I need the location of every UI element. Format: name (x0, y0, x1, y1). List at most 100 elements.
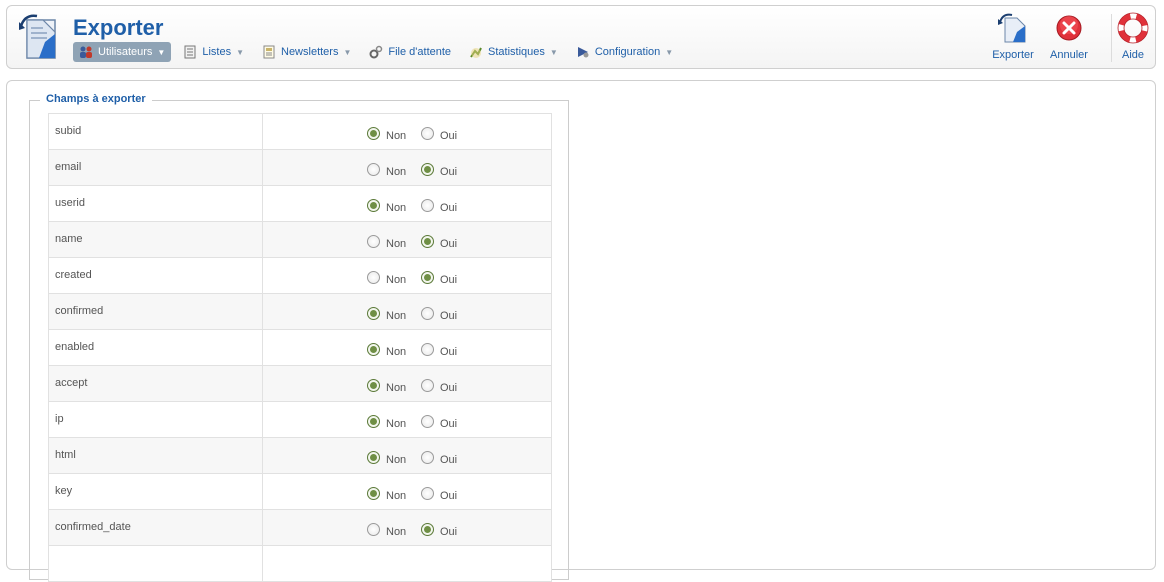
option-non[interactable]: Non (367, 412, 406, 430)
option-non[interactable]: Non (367, 484, 406, 502)
page-title: Exporter (73, 15, 164, 40)
option-label: Non (386, 130, 407, 142)
option-non[interactable]: Non (367, 304, 406, 322)
radio-oui[interactable] (421, 234, 434, 248)
table-row: html Non Oui (48, 438, 552, 474)
option-oui[interactable]: Oui (421, 196, 457, 214)
option-label: Oui (440, 202, 458, 214)
field-name: name (49, 222, 263, 257)
menu-item-newsletters[interactable]: Newsletters ▼ (256, 42, 357, 62)
radio-non[interactable] (367, 270, 380, 284)
option-non[interactable]: Non (367, 448, 406, 466)
table-row: userid Non Oui (48, 186, 552, 222)
option-label: Non (386, 382, 407, 394)
radio-non[interactable] (367, 378, 380, 392)
field-options: Non Oui (263, 510, 551, 545)
radio-oui[interactable] (421, 342, 434, 356)
menu-item-label: Newsletters (281, 46, 339, 58)
radio-oui[interactable] (421, 198, 434, 212)
radio-oui[interactable] (421, 486, 434, 500)
option-label: Non (386, 166, 407, 178)
option-label: Non (386, 490, 407, 502)
cancel-button[interactable]: Annuler (1045, 12, 1093, 66)
option-oui[interactable]: Oui (421, 160, 457, 178)
field-options: Non Oui (263, 114, 551, 149)
field-name: subid (49, 114, 263, 149)
table-row: created Non Oui (48, 258, 552, 294)
option-label: Oui (440, 418, 458, 430)
radio-oui[interactable] (421, 306, 434, 320)
radio-oui[interactable] (421, 378, 434, 392)
option-label: Oui (440, 166, 458, 178)
radio-oui[interactable] (421, 270, 434, 284)
option-label: Non (386, 346, 407, 358)
chevron-down-icon: ▼ (236, 47, 244, 57)
option-non[interactable]: Non (367, 124, 406, 142)
option-non[interactable]: Non (367, 196, 406, 214)
radio-oui[interactable] (421, 414, 434, 428)
table-row: confirmed Non Oui (48, 294, 552, 330)
radio-oui[interactable] (421, 126, 434, 140)
radio-non[interactable] (367, 126, 380, 140)
menu-item-label: Utilisateurs (98, 46, 153, 58)
option-non[interactable]: Non (367, 376, 406, 394)
field-options: Non Oui (263, 258, 551, 293)
field-options: Non Oui (263, 474, 551, 509)
table-row: key Non Oui (48, 474, 552, 510)
cancel-icon (1053, 12, 1085, 44)
table-row: ip Non Oui (48, 402, 552, 438)
option-oui[interactable]: Oui (421, 232, 457, 250)
option-oui[interactable]: Oui (421, 304, 457, 322)
field-name: confirmed_date (49, 510, 263, 545)
radio-non[interactable] (367, 342, 380, 356)
option-label: Oui (440, 274, 458, 286)
option-oui[interactable]: Oui (421, 520, 457, 538)
option-label: Non (386, 202, 407, 214)
table-row: name Non Oui (48, 222, 552, 258)
option-label: Non (386, 310, 407, 322)
radio-non[interactable] (367, 486, 380, 500)
radio-oui[interactable] (421, 450, 434, 464)
option-oui[interactable]: Oui (421, 448, 457, 466)
option-oui[interactable]: Oui (421, 412, 457, 430)
chevron-down-icon: ▼ (157, 47, 166, 57)
menu-item-configuration[interactable]: Configuration ▼ (570, 42, 679, 62)
users-icon (79, 45, 93, 59)
option-oui[interactable]: Oui (421, 484, 457, 502)
radio-non[interactable] (367, 522, 380, 536)
field-options: Non Oui (263, 438, 551, 473)
option-non[interactable]: Non (367, 340, 406, 358)
chevron-down-icon: ▼ (549, 47, 558, 57)
option-oui[interactable]: Oui (421, 376, 457, 394)
table-row: confirmed_date Non Oui (48, 510, 552, 546)
fieldset-legend: Champs à exporter (40, 93, 152, 105)
radio-non[interactable] (367, 198, 380, 212)
stats-icon (469, 45, 483, 59)
option-oui[interactable]: Oui (421, 340, 457, 358)
export-button[interactable]: Exporter (987, 12, 1039, 66)
option-non[interactable]: Non (367, 520, 406, 538)
radio-non[interactable] (367, 414, 380, 428)
option-non[interactable]: Non (367, 268, 406, 286)
option-label: Oui (440, 454, 458, 466)
option-oui[interactable]: Oui (421, 268, 457, 286)
option-non[interactable]: Non (367, 160, 406, 178)
menu-item-utilisateurs[interactable]: Utilisateurs ▼ (73, 42, 172, 62)
lifebuoy-help-icon (1117, 12, 1149, 44)
radio-non[interactable] (367, 162, 380, 176)
help-button[interactable]: Aide (1115, 12, 1151, 66)
option-label: Oui (440, 130, 458, 142)
menu-item-file-attente[interactable]: File d'attente (363, 42, 457, 62)
menu-item-label: Statistiques (488, 46, 545, 58)
option-label: Oui (440, 382, 458, 394)
option-oui[interactable]: Oui (421, 124, 457, 142)
radio-non[interactable] (367, 234, 380, 248)
radio-oui[interactable] (421, 162, 434, 176)
radio-oui[interactable] (421, 522, 434, 536)
radio-non[interactable] (367, 450, 380, 464)
menu-item-listes[interactable]: Listes ▼ (177, 42, 250, 62)
option-non[interactable]: Non (367, 232, 406, 250)
radio-non[interactable] (367, 306, 380, 320)
menu-item-statistiques[interactable]: Statistiques ▼ (463, 42, 564, 62)
queue-gear-icon (369, 45, 383, 59)
